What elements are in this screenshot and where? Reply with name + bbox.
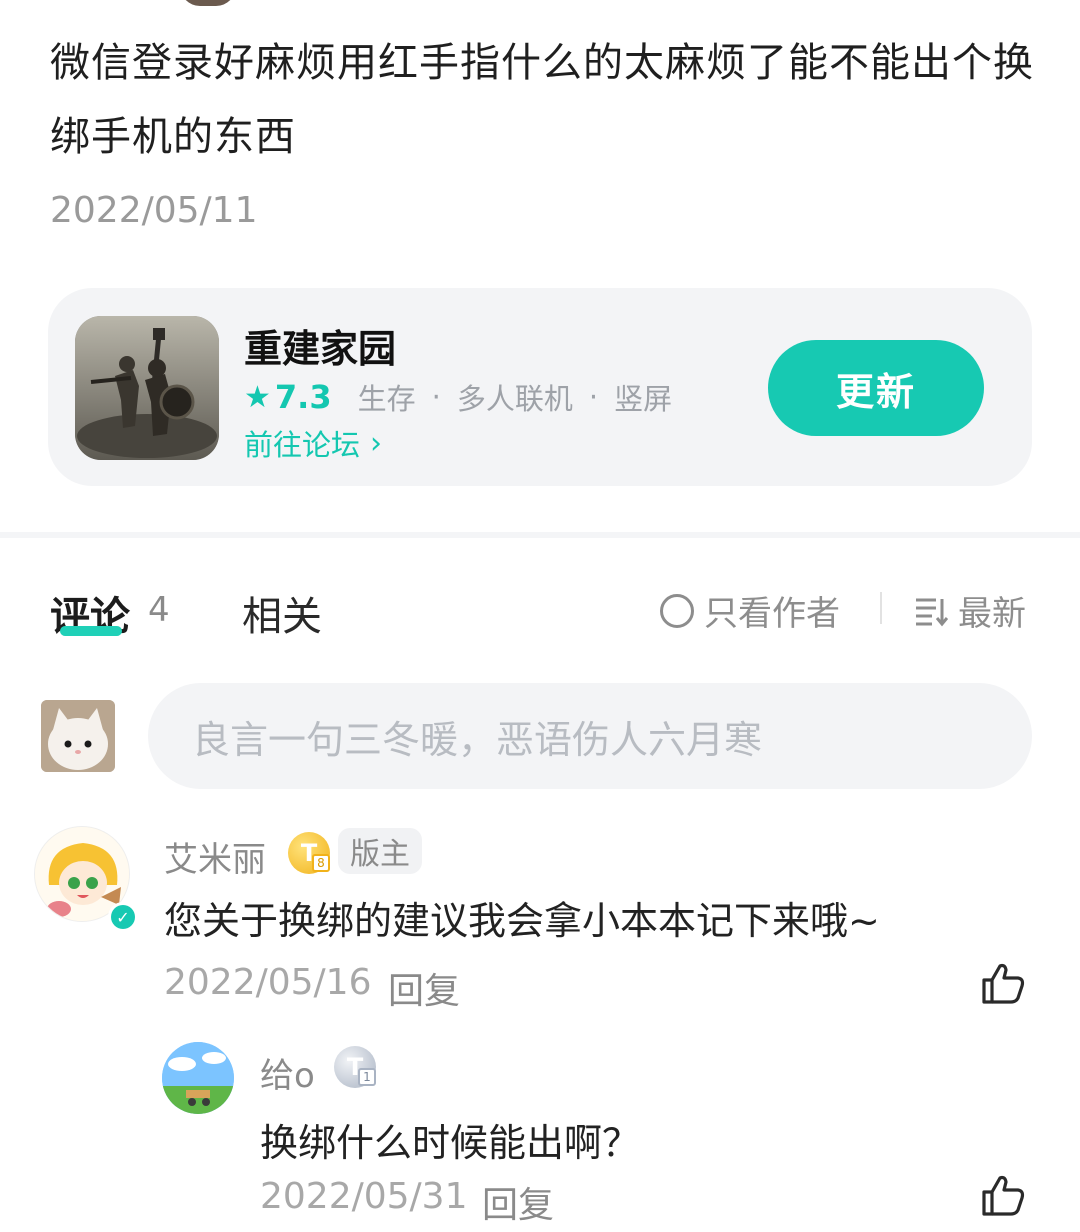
update-button[interactable]: 更新 [768,340,984,436]
reply-button[interactable]: 回复 [482,1176,554,1228]
comment-date: 2022/05/16 [164,962,372,1003]
active-tab-indicator [60,626,122,636]
sort-latest-label: 最新 [958,594,1026,634]
check-icon: ✓ [111,905,135,929]
game-icon[interactable] [75,316,219,460]
game-tag: 竖屏 [614,382,673,416]
game-rating: 7.3 [274,378,332,416]
game-meta: ★ 7.3 生存 · 多人联机 · 竖屏 [244,376,672,418]
tab-related[interactable]: 相关 [242,584,322,642]
thumbs-up-icon[interactable] [980,960,1026,1006]
tag-separator: · [431,380,441,414]
tag-separator: · [588,380,599,414]
game-card[interactable]: 重建家园 ★ 7.3 生存 · 多人联机 · 竖屏 前往论坛 › 更新 [48,288,1032,486]
forum-link-label: 前往论坛 [244,428,361,462]
level-number: 1 [358,1068,376,1086]
cat-avatar-icon [41,700,115,772]
previous-avatar-edge [180,0,236,6]
game-tag: 多人联机 [456,382,573,416]
commenter-name[interactable]: 给o [260,1048,315,1097]
chevron-right-icon: › [370,425,383,461]
comment-date: 2022/05/31 [260,1176,468,1217]
comment-text: 您关于换绑的建议我会拿小本本记下来哦~ [164,899,880,943]
commenter-avatar[interactable] [162,1042,234,1114]
comment-input-placeholder: 良言一句三冬暖，恶语伤人六月寒 [192,717,763,762]
game-art-icon [75,316,219,460]
star-icon: ★ [244,379,271,415]
post-date: 2022/05/11 [50,190,258,231]
sort-latest-button[interactable]: 最新 [914,586,1026,635]
game-title[interactable]: 重建家园 [244,318,396,373]
post-body: 微信登录好麻烦用红手指什么的太麻烦了能不能出个换绑手机的东西 [50,40,1034,160]
radio-circle-icon [660,593,694,628]
landscape-avatar-icon [162,1042,234,1114]
verified-badge: ✓ [108,902,138,932]
my-avatar[interactable] [41,700,115,772]
author-only-toggle[interactable]: 只看作者 [660,586,840,635]
game-tag: 生存 [357,382,416,416]
forum-link[interactable]: 前往论坛 › [244,422,382,464]
sort-icon [916,598,948,626]
thumbs-up-icon[interactable] [980,1172,1026,1218]
moderator-badge: 版主 [338,828,422,874]
author-only-label: 只看作者 [704,594,840,634]
comments-count: 4 [148,590,170,630]
comment-input[interactable]: 良言一句三冬暖，恶语伤人六月寒 [148,683,1032,789]
reply-button[interactable]: 回复 [388,962,460,1014]
commenter-name[interactable]: 艾米丽 [164,832,266,881]
level-number: 8 [312,854,330,872]
section-divider [0,532,1080,538]
filter-divider [880,592,882,624]
comment-text: 换绑什么时候能出啊？ [260,1121,641,1165]
